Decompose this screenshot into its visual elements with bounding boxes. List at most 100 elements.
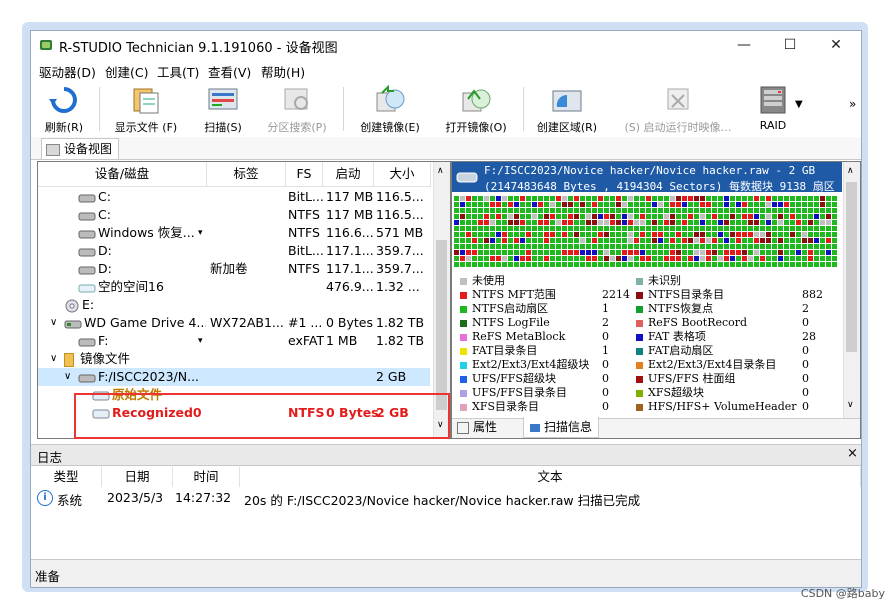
table-row-selected[interactable]: ∨ F:/ISCC2023/N... 2 GB [38,368,430,386]
sector-block [706,256,711,261]
sector-block [808,232,813,237]
sector-block [646,214,651,219]
sector-block [496,250,501,255]
expand-chevron-icon[interactable]: ∨ [50,314,57,332]
sector-block [778,196,783,201]
sector-block [580,238,585,243]
open-image-button[interactable]: 打开镜像(O) [435,83,517,135]
sector-block [742,196,747,201]
raid-dropdown-icon[interactable]: ▼ [795,99,803,110]
scroll-thumb[interactable] [846,182,857,352]
maximize-button[interactable]: ☐ [767,31,813,59]
column-header-size[interactable]: 大小 [374,162,431,187]
create-image-button[interactable]: 创建镜像(E) [349,83,431,135]
sector-block [562,220,567,225]
menu-create[interactable]: 创建(C) [105,62,148,81]
scroll-thumb[interactable] [436,240,447,410]
sector-block [472,232,477,237]
row-dropdown-icon[interactable]: ▾ [198,224,203,242]
sector-block [640,232,645,237]
sector-block [562,238,567,243]
sector-block [604,202,609,207]
table-row[interactable]: D: BitL... 117.1... 359.7... [38,242,430,260]
log-column-type[interactable]: 类型 [31,467,102,487]
sector-block [790,244,795,249]
drive-icon [78,230,96,238]
sector-block [808,220,813,225]
table-row[interactable]: D: 新加卷 NTFS 117.1... 359.7... [38,260,430,278]
table-row[interactable]: C: NTFS 117 MB 116.5... [38,206,430,224]
sector-block [730,238,735,243]
column-header-fs[interactable]: FS [286,162,323,187]
toolbar-overflow-button[interactable]: » [849,97,856,111]
table-row[interactable]: C: BitL... 117 MB 116.5... [38,188,430,206]
sector-block [658,214,663,219]
sector-block [538,208,543,213]
menu-help[interactable]: 帮助(H) [261,62,305,81]
column-header-start[interactable]: 启动 [323,162,374,187]
legend-item: UFS/FFS超级块 [460,372,556,386]
log-close-button[interactable]: × [847,446,858,461]
sector-block [550,196,555,201]
column-header-device[interactable]: 设备/磁盘 [38,162,207,187]
scroll-up-icon[interactable]: ∧ [437,166,444,176]
sector-block [610,220,615,225]
table-row[interactable]: ∨ WD Game Drive 4... WX72AB1... #1 ... 0… [38,314,430,332]
open-image-icon [462,89,491,112]
table-row[interactable]: ∨ 镜像文件 [38,350,430,368]
scan-button[interactable]: 扫描(S) [193,83,253,135]
scan-panel-scrollbar[interactable]: ∧ ∨ [843,162,860,418]
sector-block [796,256,801,261]
table-row[interactable]: 空的空间16 476.9... 1.32 ... [38,278,430,296]
sector-block [622,220,627,225]
sector-block [742,226,747,231]
sector-block [652,196,657,201]
show-files-button[interactable]: 显示文件 (F) [105,83,187,135]
tab-scan-info[interactable]: 扫描信息 [523,417,600,438]
sector-block [526,256,531,261]
tab-device-view[interactable]: 设备视图 [41,138,120,159]
menu-view[interactable]: 查看(V) [208,62,251,81]
sector-block [736,220,741,225]
create-region-button[interactable]: 创建区域(R) [529,83,605,135]
refresh-button[interactable]: 刷新(R) [33,83,95,135]
sector-block [496,262,501,267]
scroll-up-icon[interactable]: ∧ [847,166,854,176]
sector-block [748,256,753,261]
sector-block [700,244,705,249]
table-row[interactable]: E: [38,296,430,314]
sector-block [466,220,471,225]
runtime-image-button[interactable]: (S) 启动运行时映像… [611,83,745,135]
sector-block [730,226,735,231]
column-header-label[interactable]: 标签 [207,162,286,187]
menu-drive[interactable]: 驱动器(D) [39,62,96,81]
sector-block [496,202,501,207]
close-button[interactable]: ✕ [813,31,859,59]
sector-block [598,250,603,255]
log-column-time[interactable]: 时间 [173,467,240,487]
log-column-date[interactable]: 日期 [102,467,173,487]
sector-block [808,244,813,249]
minimize-button[interactable]: — [721,31,767,59]
log-row[interactable]: i 系统 2023/5/3 14:27:32 20s 的 F:/ISCC2023… [31,488,861,508]
legend-value: 0 [602,386,609,399]
sector-block [694,262,699,267]
sector-block [604,256,609,261]
expand-chevron-icon[interactable]: ∨ [64,368,71,386]
row-dropdown-icon[interactable]: ▾ [198,332,203,350]
sector-block [634,256,639,261]
partition-search-button[interactable]: 分区搜索(P) [257,83,337,135]
tab-properties[interactable]: 属性 [457,417,497,437]
sector-block [814,250,819,255]
scroll-down-icon[interactable]: ∨ [847,400,854,410]
sector-block [454,232,459,237]
expand-chevron-icon[interactable]: ∨ [50,350,57,368]
toolbar-separator [523,87,524,131]
sector-block [472,220,477,225]
sector-block [592,256,597,261]
log-column-text[interactable]: 文本 [240,467,861,487]
table-row[interactable]: Windows 恢复... ▾ NTFS 116.6... 571 MB [38,224,430,242]
raid-button[interactable]: RAID [749,83,797,135]
menu-tools[interactable]: 工具(T) [157,62,199,81]
table-row[interactable]: F: ▾ exFAT 1 MB 1.82 TB [38,332,430,350]
